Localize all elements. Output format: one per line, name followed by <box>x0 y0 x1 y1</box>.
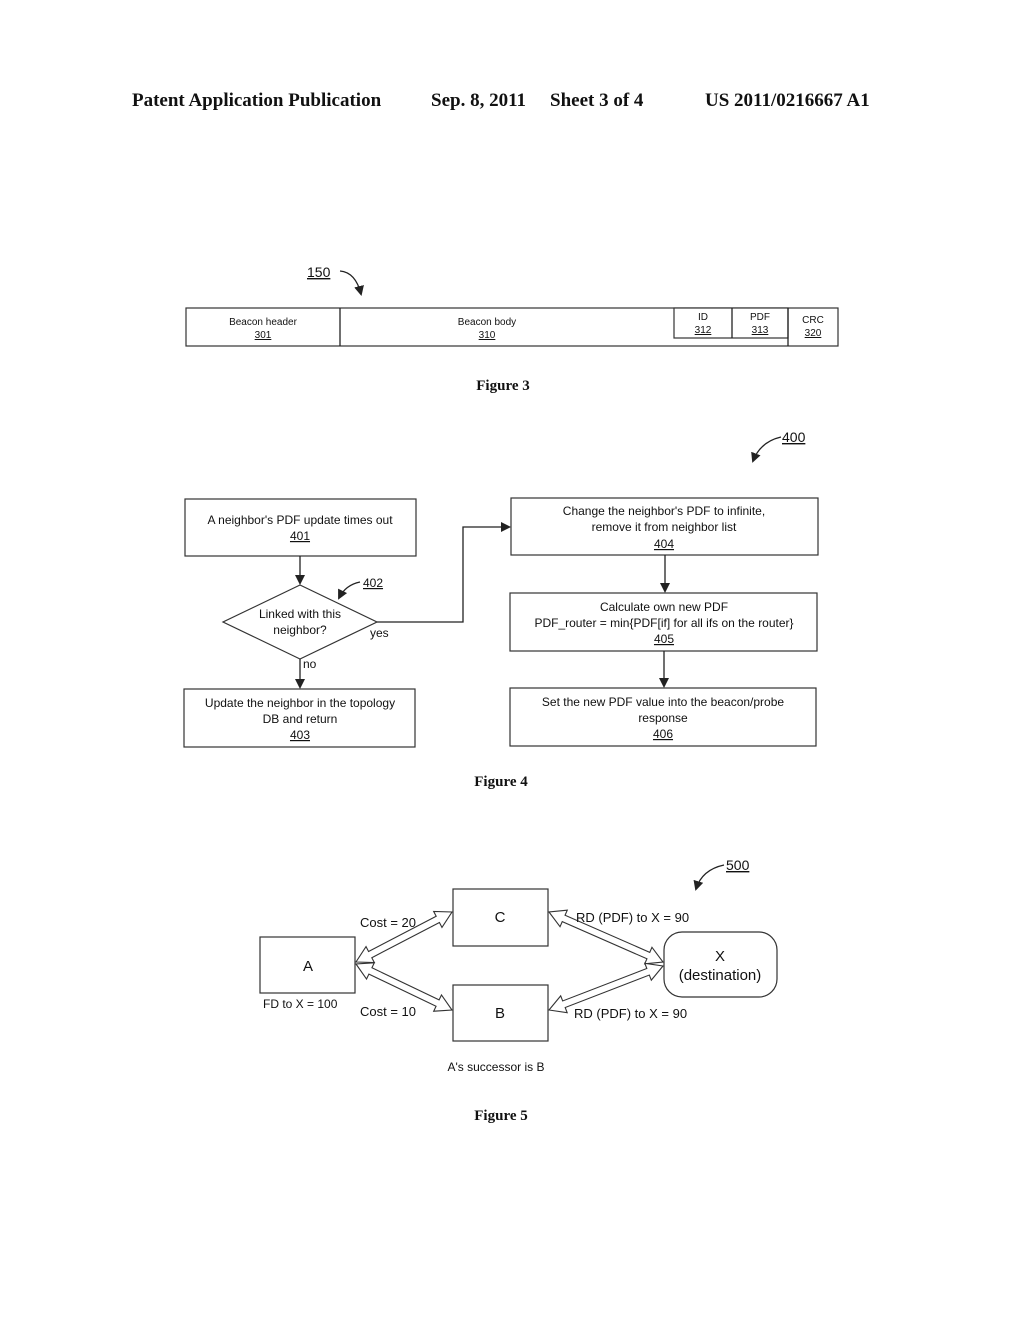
svg-text:C: C <box>495 909 506 926</box>
svg-text:PDF_router = min{PDF[if] for a: PDF_router = min{PDF[if] for all ifs on … <box>534 616 793 630</box>
figure-4: 400 A neighbor's PDF update times out 40… <box>183 429 819 790</box>
node-a-fd-note: FD to X = 100 <box>263 997 338 1011</box>
fig3-ref-arrow <box>339 270 364 296</box>
svg-text:Change the neighbor's PDF to i: Change the neighbor's PDF to infinite, <box>563 504 765 518</box>
figure-5: 500 A FD to X = 100 C B X (destination) … <box>259 857 778 1124</box>
svg-text:neighbor?: neighbor? <box>273 623 327 637</box>
drawing-sheet: 150 Beacon header 301 Beacon body 310 ID… <box>183 264 839 1124</box>
svg-text:301: 301 <box>255 330 272 341</box>
step-406: Set the new PDF value into the beacon/pr… <box>509 687 817 747</box>
svg-text:A: A <box>303 958 313 975</box>
svg-text:ID: ID <box>698 312 708 323</box>
svg-text:Calculate own new PDF: Calculate own new PDF <box>600 600 728 614</box>
successor-note: A's successor is B <box>448 1060 545 1074</box>
node-a: A <box>259 936 356 994</box>
svg-text:(destination): (destination) <box>679 967 762 984</box>
step-402-ref: 402 <box>363 576 383 590</box>
svg-text:310: 310 <box>479 330 496 341</box>
svg-text:Set the new PDF value into the: Set the new PDF value into the beacon/pr… <box>542 695 784 709</box>
svg-text:405: 405 <box>654 632 674 646</box>
svg-text:313: 313 <box>752 325 769 336</box>
svg-text:A neighbor's PDF update times: A neighbor's PDF update times out <box>207 513 393 527</box>
svg-text:Linked with this: Linked with this <box>259 607 341 621</box>
link-cx-rd: RD (PDF) to X = 90 <box>576 910 689 925</box>
svg-text:404: 404 <box>654 537 674 551</box>
link-bx-rd: RD (PDF) to X = 90 <box>574 1006 687 1021</box>
step-403: Update the neighbor in the topology DB a… <box>183 688 416 748</box>
id-pdf-group <box>673 307 789 339</box>
step-405: Calculate own new PDF PDF_router = min{P… <box>509 592 818 652</box>
svg-text:Beacon header: Beacon header <box>229 317 298 328</box>
step-402-ref-arrow <box>338 581 361 600</box>
figure-4-caption: Figure 4 <box>474 774 528 790</box>
svg-text:CRC: CRC <box>802 315 824 326</box>
node-c: C <box>452 888 549 947</box>
svg-text:remove it from neighbor list: remove it from neighbor list <box>592 520 737 534</box>
link-ac-cost: Cost = 20 <box>360 915 416 930</box>
fig5-ref-label: 500 <box>726 857 750 873</box>
svg-text:X: X <box>715 948 725 965</box>
step-404: Change the neighbor's PDF to infinite, r… <box>510 497 819 556</box>
fig5-ref-arrow <box>693 864 725 891</box>
fig3-ref-label: 150 <box>307 264 331 280</box>
figure-5-caption: Figure 5 <box>474 1108 527 1124</box>
no-label: no <box>303 657 317 671</box>
svg-text:406: 406 <box>653 727 673 741</box>
svg-text:Beacon body: Beacon body <box>458 317 516 328</box>
node-x-destination: X (destination) <box>663 931 778 998</box>
svg-text:401: 401 <box>290 529 310 543</box>
svg-text:PDF: PDF <box>750 312 770 323</box>
svg-text:B: B <box>495 1005 505 1022</box>
step-401: A neighbor's PDF update times out 401 <box>184 498 417 557</box>
figure-3: 150 Beacon header 301 Beacon body 310 ID… <box>185 264 839 394</box>
svg-text:response: response <box>638 711 688 725</box>
figure-3-caption: Figure 3 <box>476 378 529 394</box>
svg-text:DB and return: DB and return <box>263 712 338 726</box>
yes-label: yes <box>370 626 389 640</box>
fig4-ref-label: 400 <box>782 429 806 445</box>
svg-text:312: 312 <box>695 325 712 336</box>
fig4-ref-arrow <box>751 436 782 463</box>
link-ab-cost: Cost = 10 <box>360 1004 416 1019</box>
step-402-decision: Linked with this neighbor? <box>221 584 379 660</box>
svg-text:403: 403 <box>290 728 310 742</box>
svg-text:320: 320 <box>805 328 822 339</box>
node-b: B <box>452 984 549 1042</box>
svg-text:Update the neighbor in the top: Update the neighbor in the topology <box>205 696 395 710</box>
